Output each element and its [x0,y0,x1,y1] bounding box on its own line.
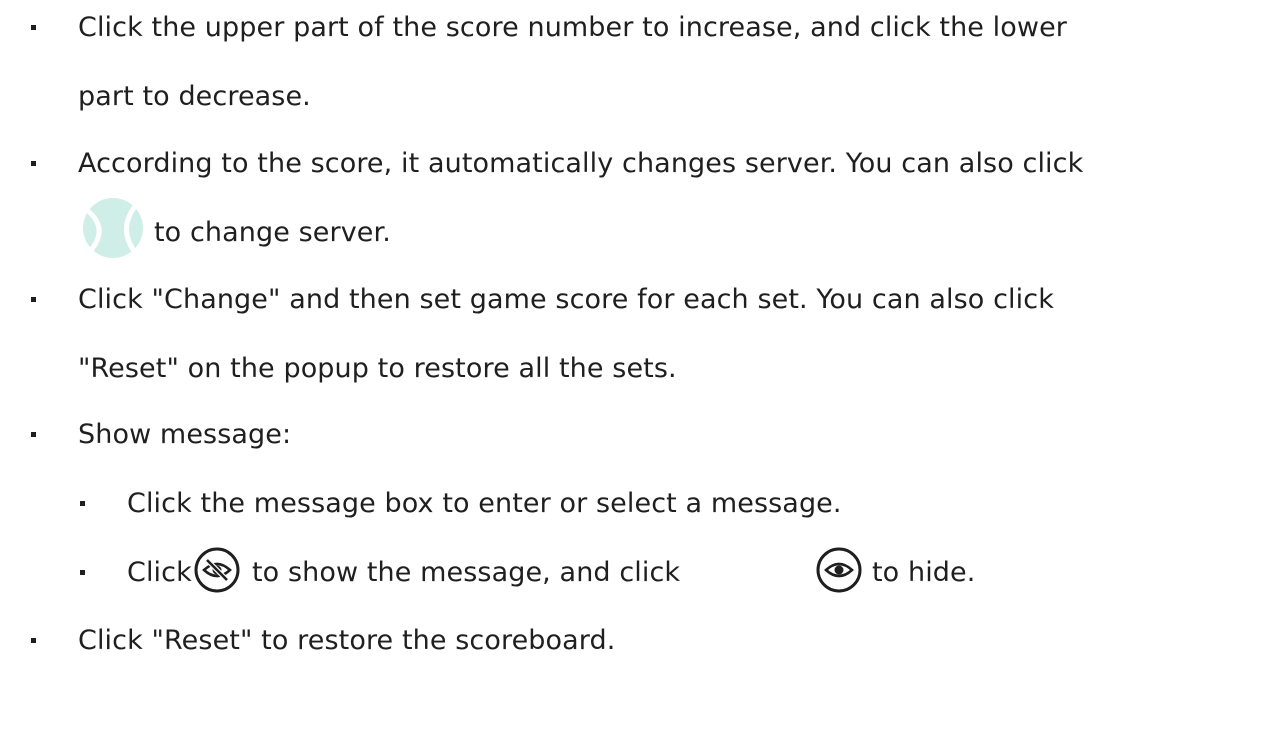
item-1-line-2: part to decrease. [78,81,311,112]
item-4-sub-2-suffix: to hide. [872,557,976,588]
bullet-icon [80,501,85,506]
bullet-icon [31,297,36,302]
item-4-sub-2-prefix: Click [127,557,192,588]
item-3-line-1: Click "Change" and then set game score f… [78,284,1054,315]
item-4-label: Show message: [78,419,292,450]
item-4-sub-2-middle: to show the message, and click [252,557,681,588]
bullet-icon [80,570,85,575]
eye-slash-icon [194,547,240,593]
tennis-ball-icon [83,198,143,258]
item-4-sub-1: Click the message box to enter or select… [127,488,842,519]
item-3-line-2: "Reset" on the popup to restore all the … [78,353,677,384]
help-instructions-list: Click the upper part of the score number… [0,0,1261,731]
item-1-line-1: Click the upper part of the score number… [78,12,1067,43]
bullet-icon [31,432,36,437]
bullet-icon [31,25,36,30]
bullet-icon [31,161,36,166]
item-2-line-2: to change server. [154,217,391,248]
item-2-line-1: According to the score, it automatically… [78,148,1084,179]
eye-icon [816,547,862,593]
item-5-line-1: Click "Reset" to restore the scoreboard. [78,625,616,656]
bullet-icon [31,638,36,643]
